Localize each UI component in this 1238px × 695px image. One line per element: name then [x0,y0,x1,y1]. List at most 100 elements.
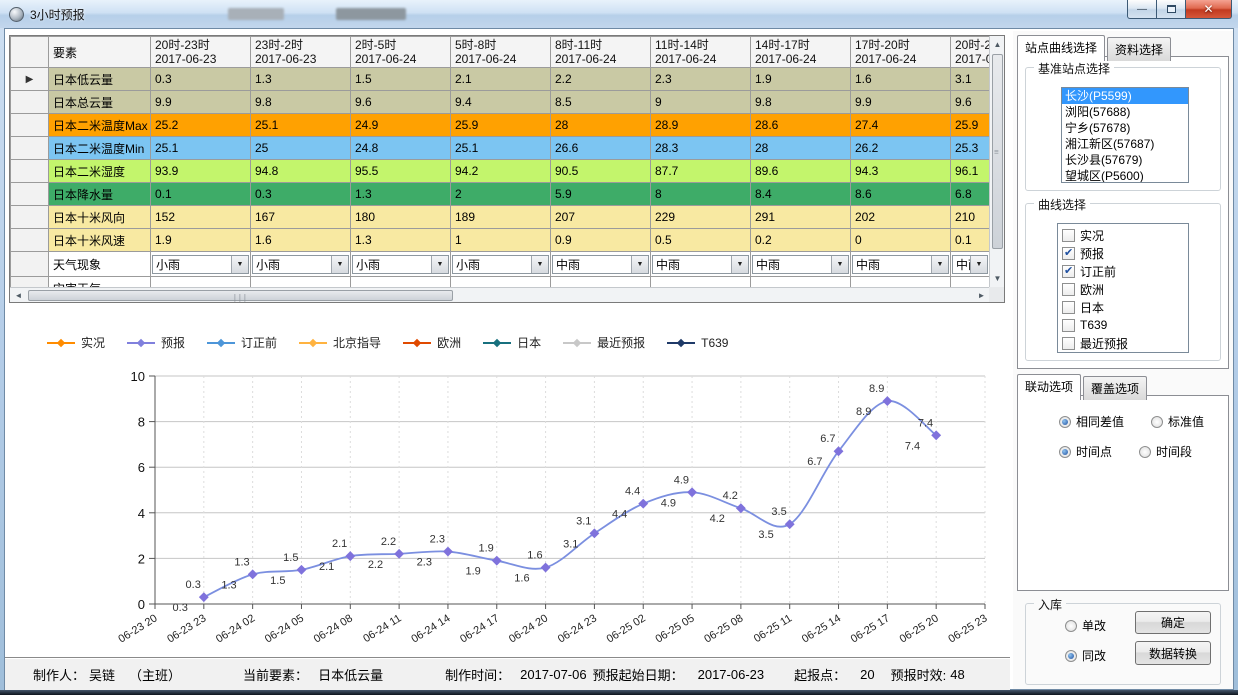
grid-cell[interactable]: 小雨▼ [151,252,251,277]
grid-cell[interactable]: 0.1 [951,229,990,252]
confirm-button[interactable]: 确定 [1135,611,1211,634]
maximize-button[interactable] [1157,0,1186,19]
grid-cell[interactable]: 6.8 [951,183,990,206]
data-point-marker[interactable] [297,565,307,575]
grid-cell[interactable]: 2.2 [551,68,651,91]
chevron-down-icon[interactable]: ▼ [631,256,648,273]
chevron-down-icon[interactable]: ▼ [531,256,548,273]
curve-checkbox-row[interactable]: 北京指导 [1058,352,1188,353]
checkbox-icon[interactable] [1062,301,1075,314]
chevron-down-icon[interactable]: ▼ [970,256,987,273]
checkbox-icon[interactable] [1062,265,1075,278]
row-selector-cell[interactable] [11,206,49,229]
chevron-down-icon[interactable]: ▼ [831,256,848,273]
grid-cell[interactable]: 90.5 [551,160,651,183]
grid-cell[interactable]: 2 [451,183,551,206]
grid-cell[interactable]: 28 [551,114,651,137]
curve-checkbox-row[interactable]: 预报 [1058,244,1188,262]
station-list-item[interactable]: 浏阳(57688) [1062,104,1188,120]
grid-cell[interactable]: 25.2 [151,114,251,137]
grid-cell[interactable]: 210 [951,206,990,229]
grid-cell[interactable]: 0.3 [251,183,351,206]
radio-icon[interactable] [1059,416,1071,428]
grid-cell[interactable]: 中雨▼ [551,252,651,277]
grid-cell[interactable]: 25.1 [251,114,351,137]
curve-checkbox-row[interactable]: 订正前 [1058,262,1188,280]
grid-cell[interactable]: 28 [751,137,851,160]
scroll-up-icon[interactable]: ▲ [990,37,1005,52]
station-list-item[interactable]: 湘江新区(57687) [1062,136,1188,152]
tab-station-curve-select[interactable]: 站点曲线选择 [1017,35,1105,61]
grid-cell[interactable]: 93.9 [151,160,251,183]
radio-icon[interactable] [1059,446,1071,458]
grid-cell[interactable]: 0.9 [551,229,651,252]
grid-cell[interactable]: 1.6 [851,68,951,91]
data-point-marker[interactable] [394,549,404,559]
checkbox-icon[interactable] [1062,283,1075,296]
row-selector-cell[interactable] [11,91,49,114]
grid-cell[interactable]: 9.8 [251,91,351,114]
grid-cell[interactable]: 8 [651,183,751,206]
data-point-marker[interactable] [345,551,355,561]
weather-dropdown[interactable]: 小雨▼ [452,255,549,274]
weather-dropdown[interactable]: 中雨▼ [952,255,988,274]
grid-cell[interactable]: 1.3 [251,68,351,91]
grid-cell[interactable]: 189 [451,206,551,229]
scroll-right-icon[interactable]: ► [974,288,989,303]
grid-cell[interactable]: 3.1 [951,68,990,91]
grid-cell[interactable]: 1.9 [151,229,251,252]
station-list-item[interactable]: 长沙(P5599) [1062,88,1188,104]
grid-cell[interactable]: 9.6 [351,91,451,114]
grid-cell[interactable]: 9 [651,91,751,114]
grid-cell[interactable]: 94.3 [851,160,951,183]
time-column-header[interactable]: 17时-20时2017-06-24 [851,37,951,68]
grid-cell[interactable] [851,277,951,288]
horizontal-scroll-thumb[interactable]: ∣∣∣ [28,290,453,301]
grid-cell[interactable]: 0.2 [751,229,851,252]
scroll-down-icon[interactable]: ▼ [990,271,1005,286]
weather-dropdown[interactable]: 中雨▼ [752,255,849,274]
grid-cell[interactable] [951,277,990,288]
row-selector-cell[interactable]: ▶ [11,68,49,91]
grid-cell[interactable]: 25.1 [151,137,251,160]
grid-cell[interactable]: 89.6 [751,160,851,183]
grid-cell[interactable]: 1.9 [751,68,851,91]
chevron-down-icon[interactable]: ▼ [931,256,948,273]
time-column-header[interactable]: 11时-14时2017-06-24 [651,37,751,68]
grid-cell[interactable]: 25.9 [951,114,990,137]
grid-cell[interactable]: 中雨▼ [851,252,951,277]
tab-linkage-options[interactable]: 联动选项 [1017,374,1081,400]
data-point-marker[interactable] [443,547,453,557]
curve-checkbox-row[interactable]: T639 [1058,316,1188,334]
row-selector-cell[interactable] [11,229,49,252]
grid-cell[interactable]: 9.6 [951,91,990,114]
grid-cell[interactable]: 25.3 [951,137,990,160]
time-column-header[interactable]: 5时-8时2017-06-24 [451,37,551,68]
row-selector-cell[interactable] [11,183,49,206]
chevron-down-icon[interactable]: ▼ [431,256,448,273]
grid-cell[interactable]: 中雨▼ [651,252,751,277]
row-selector-cell[interactable] [11,160,49,183]
time-column-header[interactable]: 14时-17时2017-06-24 [751,37,851,68]
grid-cell[interactable]: 87.7 [651,160,751,183]
grid-cell[interactable]: 0.5 [651,229,751,252]
checkbox-icon[interactable] [1062,247,1075,260]
grid-cell[interactable]: 291 [751,206,851,229]
grid-cell[interactable]: 1.5 [351,68,451,91]
grid-cell[interactable]: 180 [351,206,451,229]
chevron-down-icon[interactable]: ▼ [231,256,248,273]
grid-cell[interactable] [751,277,851,288]
tab-data-select[interactable]: 资料选择 [1107,37,1171,61]
minimize-button[interactable]: — [1127,0,1157,19]
chevron-down-icon[interactable]: ▼ [731,256,748,273]
tab-overlay-options[interactable]: 覆盖选项 [1083,376,1147,400]
data-point-marker[interactable] [199,592,209,602]
grid-horizontal-scrollbar[interactable]: ◄ ∣∣∣ ► [10,287,989,302]
time-column-header[interactable]: 8时-11时2017-06-24 [551,37,651,68]
grid-cell[interactable] [251,277,351,288]
grid-cell[interactable]: 26.2 [851,137,951,160]
station-list-item[interactable]: 宁乡(57678) [1062,120,1188,136]
grid-cell[interactable]: 小雨▼ [251,252,351,277]
row-selector-cell[interactable] [11,252,49,277]
grid-cell[interactable]: 1 [451,229,551,252]
